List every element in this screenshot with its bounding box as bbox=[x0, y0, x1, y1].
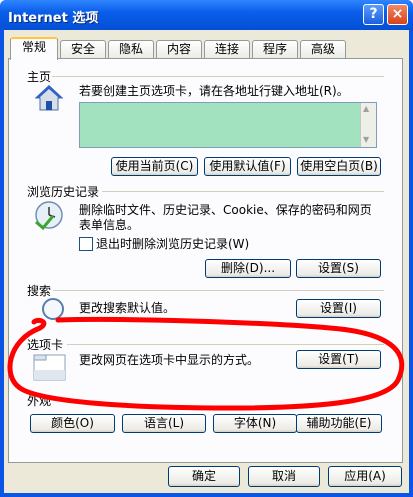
homepage-address-box[interactable]: ▲ ▼ bbox=[79, 102, 377, 148]
tabs-section-separator bbox=[67, 344, 384, 345]
tab-security[interactable]: 安全 bbox=[60, 40, 106, 58]
history-description-line2: 表单信息。 bbox=[79, 218, 140, 232]
apply-button[interactable]: 应用(A) bbox=[328, 466, 402, 487]
tabs-section-label: 选项卡 bbox=[27, 338, 64, 352]
languages-button[interactable]: 语言(L) bbox=[122, 414, 206, 433]
homepage-description: 若要创建主页选项卡，请在各地址行键入地址(R)。 bbox=[79, 84, 349, 98]
use-blank-button[interactable]: 使用空白页(B) bbox=[297, 157, 381, 176]
ok-button[interactable]: 确定 bbox=[168, 466, 240, 487]
fonts-button[interactable]: 字体(N) bbox=[213, 414, 297, 433]
homepage-scrollbar[interactable]: ▲ ▼ bbox=[360, 103, 376, 147]
history-settings-button[interactable]: 设置(S) bbox=[296, 259, 381, 278]
search-settings-button[interactable]: 设置(I) bbox=[296, 299, 381, 318]
search-description: 更改搜索默认值。 bbox=[79, 301, 176, 315]
delete-history-button[interactable]: 删除(D)... bbox=[205, 259, 291, 278]
search-magnifier-icon bbox=[42, 298, 64, 320]
tab-connections[interactable]: 连接 bbox=[204, 40, 250, 58]
tab-programs[interactable]: 程序 bbox=[252, 40, 298, 58]
tab-privacy[interactable]: 隐私 bbox=[108, 40, 154, 58]
tab-content[interactable]: 内容 bbox=[156, 40, 202, 58]
use-current-button[interactable]: 使用当前页(C) bbox=[111, 157, 198, 176]
home-icon bbox=[34, 85, 64, 111]
colors-button[interactable]: 颜色(O) bbox=[30, 414, 115, 433]
accessibility-button[interactable]: 辅助功能(E) bbox=[296, 414, 382, 433]
tab-general[interactable]: 常规 bbox=[10, 37, 58, 60]
help-button[interactable]: ? bbox=[363, 4, 384, 25]
delete-on-exit-label: 退出时删除浏览历史记录(W) bbox=[96, 237, 250, 251]
appearance-label: 外观 bbox=[27, 394, 52, 408]
tabs-section-description: 更改网页在选项卡中显示的方式。 bbox=[79, 353, 260, 367]
scroll-down-icon[interactable]: ▼ bbox=[363, 135, 369, 144]
use-default-button[interactable]: 使用默认值(F) bbox=[204, 157, 291, 176]
scroll-up-icon[interactable]: ▲ bbox=[363, 104, 369, 113]
title-bar: Internet 选项 ? × bbox=[0, 0, 413, 30]
tabs-settings-button[interactable]: 设置(T) bbox=[296, 350, 381, 369]
tab-advanced[interactable]: 高级 bbox=[300, 40, 346, 58]
history-separator bbox=[102, 191, 384, 192]
window-title: Internet 选项 bbox=[8, 11, 99, 26]
history-clock-icon bbox=[35, 201, 63, 231]
delete-on-exit-checkbox[interactable] bbox=[79, 237, 93, 251]
history-description-line1: 删除临时文件、历史记录、Cookie、保存的密码和网页 bbox=[79, 203, 372, 217]
cancel-button[interactable]: 取消 bbox=[248, 466, 320, 487]
search-separator bbox=[53, 290, 384, 291]
homepage-separator bbox=[52, 76, 384, 77]
close-button[interactable]: × bbox=[387, 4, 408, 25]
tabs-window-icon bbox=[33, 354, 66, 381]
